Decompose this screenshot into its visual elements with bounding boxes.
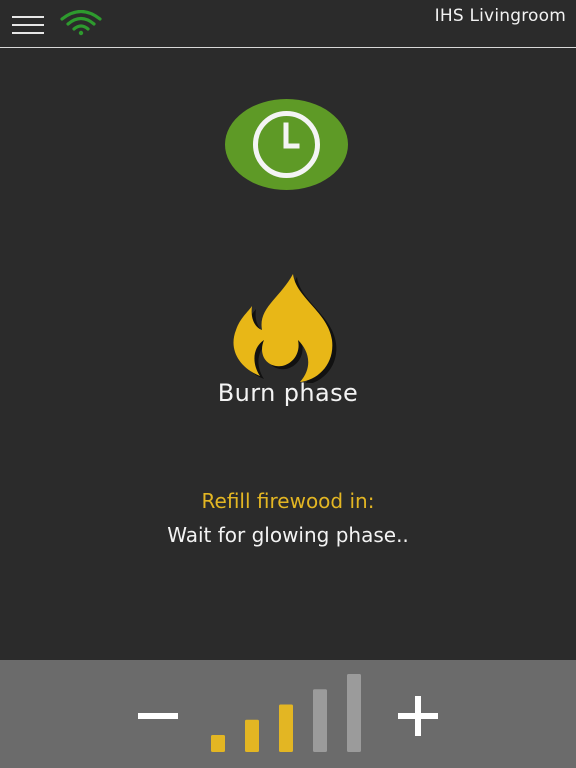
wifi-signal-icon (60, 9, 102, 36)
power-level-bar-2[interactable] (245, 719, 259, 752)
increase-power-button[interactable] (390, 688, 446, 744)
status-text: Wait for glowing phase.. (167, 523, 409, 547)
power-level-bars (211, 674, 361, 753)
power-level-bar-3[interactable] (279, 704, 293, 753)
decrease-power-button[interactable] (130, 688, 186, 744)
refill-label: Refill firewood in: (201, 489, 375, 513)
power-level-bar-5[interactable] (347, 674, 361, 752)
plus-icon (398, 696, 438, 736)
power-level-bar-1[interactable] (211, 735, 225, 752)
power-level-bar-4[interactable] (313, 689, 327, 752)
top-bar: IHS Livingroom (0, 0, 576, 48)
clock-icon (253, 111, 320, 178)
phase-label: Burn phase (217, 379, 359, 407)
flame-icon (222, 268, 352, 385)
timer-button[interactable] (225, 99, 348, 190)
device-name: IHS Livingroom (434, 6, 566, 26)
hamburger-menu-icon[interactable] (12, 14, 46, 36)
power-control-bar (0, 660, 576, 768)
minus-icon (138, 713, 178, 719)
